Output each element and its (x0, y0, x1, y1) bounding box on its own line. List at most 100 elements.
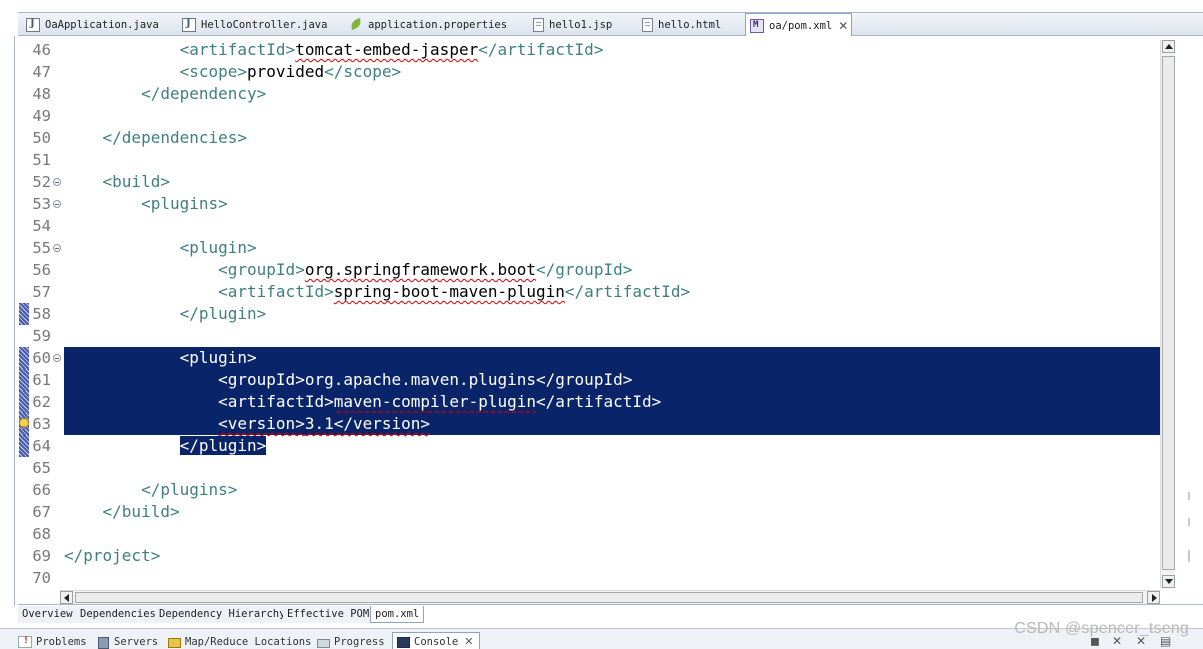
line-number: 49 (32, 107, 51, 125)
java-file-icon (26, 17, 40, 32)
fold-collapse-icon[interactable] (53, 354, 61, 362)
code-text: <plugin> (179, 238, 257, 257)
code-line[interactable]: 48 </dependency> (18, 83, 1160, 105)
change-marker (19, 369, 29, 391)
view-tab-servers[interactable]: Servers (96, 633, 158, 649)
code-line[interactable]: 59 (18, 325, 1160, 347)
vertical-scroll-thumb[interactable] (1162, 56, 1175, 570)
tab-label: OaApplication.java (45, 18, 159, 31)
tab-label: oa/pom.xml (769, 19, 833, 32)
code-line[interactable]: 60 <plugin> (18, 347, 1160, 369)
fold-collapse-icon[interactable] (53, 244, 61, 252)
code-line[interactable]: 56 <groupId>org.springframework.boot</gr… (18, 259, 1160, 281)
scroll-down-arrow-icon[interactable] (1162, 575, 1175, 588)
problems-icon (18, 635, 32, 648)
tab-dependencies[interactable]: Dependencies (76, 606, 161, 623)
scroll-right-arrow-icon[interactable] (1147, 591, 1160, 604)
code-line[interactable]: 52 <build> (18, 171, 1160, 193)
code-line[interactable]: 47 <scope>provided</scope> (18, 61, 1160, 83)
tab-application-properties[interactable]: application.properties (345, 13, 507, 36)
line-number: 53 (32, 195, 51, 213)
ruler-mark (1188, 492, 1190, 500)
code-line[interactable]: 54 (18, 215, 1160, 237)
xml-code-editor[interactable]: 46 <artifactId>tomcat-embed-jasper</arti… (18, 36, 1160, 590)
tab-oaapplication-java[interactable]: OaApplication.java (22, 13, 159, 36)
scroll-left-arrow-icon[interactable] (60, 591, 73, 604)
tab-oa-pom-xml[interactable]: oa/pom.xml ✕ (745, 13, 852, 37)
code-line[interactable]: 66 </plugins> (18, 479, 1160, 501)
line-number: 50 (32, 129, 51, 147)
tab-hello1-jsp[interactable]: hello1.jsp (529, 13, 612, 36)
tab-dependency-hierarchy[interactable]: Dependency Hierarchy (155, 606, 291, 623)
view-tab-problems[interactable]: Problems (18, 633, 87, 649)
watermark: CSDN @spencer_tseng (1014, 620, 1189, 637)
vertical-scrollbar[interactable] (1160, 40, 1175, 588)
code-line[interactable]: 58 </plugin> (18, 303, 1160, 325)
horizontal-scroll-thumb[interactable] (75, 592, 1143, 603)
code-text: <groupId>org.springframework.boot</group… (218, 260, 633, 279)
code-text: <plugin> (179, 348, 257, 367)
overview-ruler (1177, 40, 1203, 588)
code-line[interactable]: 70 (18, 567, 1160, 589)
code-line[interactable]: 62 <artifactId>maven-compiler-plugin</ar… (18, 391, 1160, 413)
code-line[interactable]: 64 </plugin> (18, 435, 1160, 457)
line-number: 69 (32, 547, 51, 565)
code-line[interactable]: 65 (18, 457, 1160, 479)
tab-hello-html[interactable]: hello.html (638, 13, 721, 36)
tab-hellocontroller-java[interactable]: HelloController.java (178, 13, 327, 36)
line-number: 64 (32, 437, 51, 455)
code-line[interactable]: 50 </dependencies> (18, 127, 1160, 149)
change-marker (19, 435, 29, 457)
code-line[interactable]: 55 <plugin> (18, 237, 1160, 259)
view-tab-console[interactable]: Console ✕ (392, 632, 481, 649)
quick-fix-bulb-icon[interactable] (18, 418, 29, 430)
code-text: <scope>provided</scope> (179, 62, 402, 81)
fold-collapse-icon[interactable] (53, 200, 61, 208)
code-line[interactable]: 49 (18, 105, 1160, 127)
code-text: </dependencies> (102, 128, 248, 147)
code-line[interactable]: 51 (18, 149, 1160, 171)
code-line[interactable]: 67 </build> (18, 501, 1160, 523)
view-tab-progress[interactable]: Progress (316, 633, 385, 649)
jsp-file-icon (533, 17, 544, 32)
line-number: 47 (32, 63, 51, 81)
line-number: 59 (32, 327, 51, 345)
code-line[interactable]: 53 <plugins> (18, 193, 1160, 215)
horizontal-scrollbar[interactable] (60, 590, 1160, 604)
tab-overview[interactable]: Overview (18, 606, 78, 623)
scroll-up-arrow-icon[interactable] (1162, 40, 1175, 53)
change-marker (19, 303, 29, 325)
line-number: 54 (32, 217, 51, 235)
tab-effective-pom[interactable]: Effective POM (283, 606, 375, 623)
line-number: 70 (32, 569, 51, 587)
code-text: </build> (102, 502, 180, 521)
ruler-mark (1188, 550, 1190, 562)
progress-icon (316, 636, 330, 648)
close-icon[interactable]: ✕ (464, 635, 473, 648)
code-text: </project> (64, 546, 161, 565)
line-number: 68 (32, 525, 51, 543)
servers-icon (96, 636, 110, 649)
line-number: 58 (32, 305, 51, 323)
code-line[interactable]: 63 <version>3.1</version> (18, 413, 1160, 435)
fold-collapse-icon[interactable] (53, 178, 61, 186)
line-number: 67 (32, 503, 51, 521)
change-marker (19, 391, 29, 413)
code-line[interactable]: 68 (18, 523, 1160, 545)
console-icon (396, 636, 410, 648)
code-line[interactable]: 57 <artifactId>spring-boot-maven-plugin<… (18, 281, 1160, 303)
code-text: <plugins> (141, 194, 228, 213)
code-line[interactable]: 61 <groupId>org.apache.maven.plugins</gr… (18, 369, 1160, 391)
close-icon[interactable]: ✕ (838, 19, 848, 33)
tab-pom-xml[interactable]: pom.xml (370, 606, 425, 623)
view-tab-label: Servers (114, 635, 159, 648)
code-text: <artifactId>maven-compiler-plugin</artif… (218, 392, 662, 411)
maven-pom-icon (750, 18, 764, 33)
code-line[interactable]: 69 </project> (18, 545, 1160, 567)
code-line[interactable]: 46 <artifactId>tomcat-embed-jasper</arti… (18, 39, 1160, 61)
view-tab-map-reduce-locations[interactable]: Map/Reduce Locations (167, 633, 311, 649)
line-number: 56 (32, 261, 51, 279)
line-number: 48 (32, 85, 51, 103)
html-file-icon (642, 17, 653, 32)
spring-leaf-icon (349, 18, 363, 32)
